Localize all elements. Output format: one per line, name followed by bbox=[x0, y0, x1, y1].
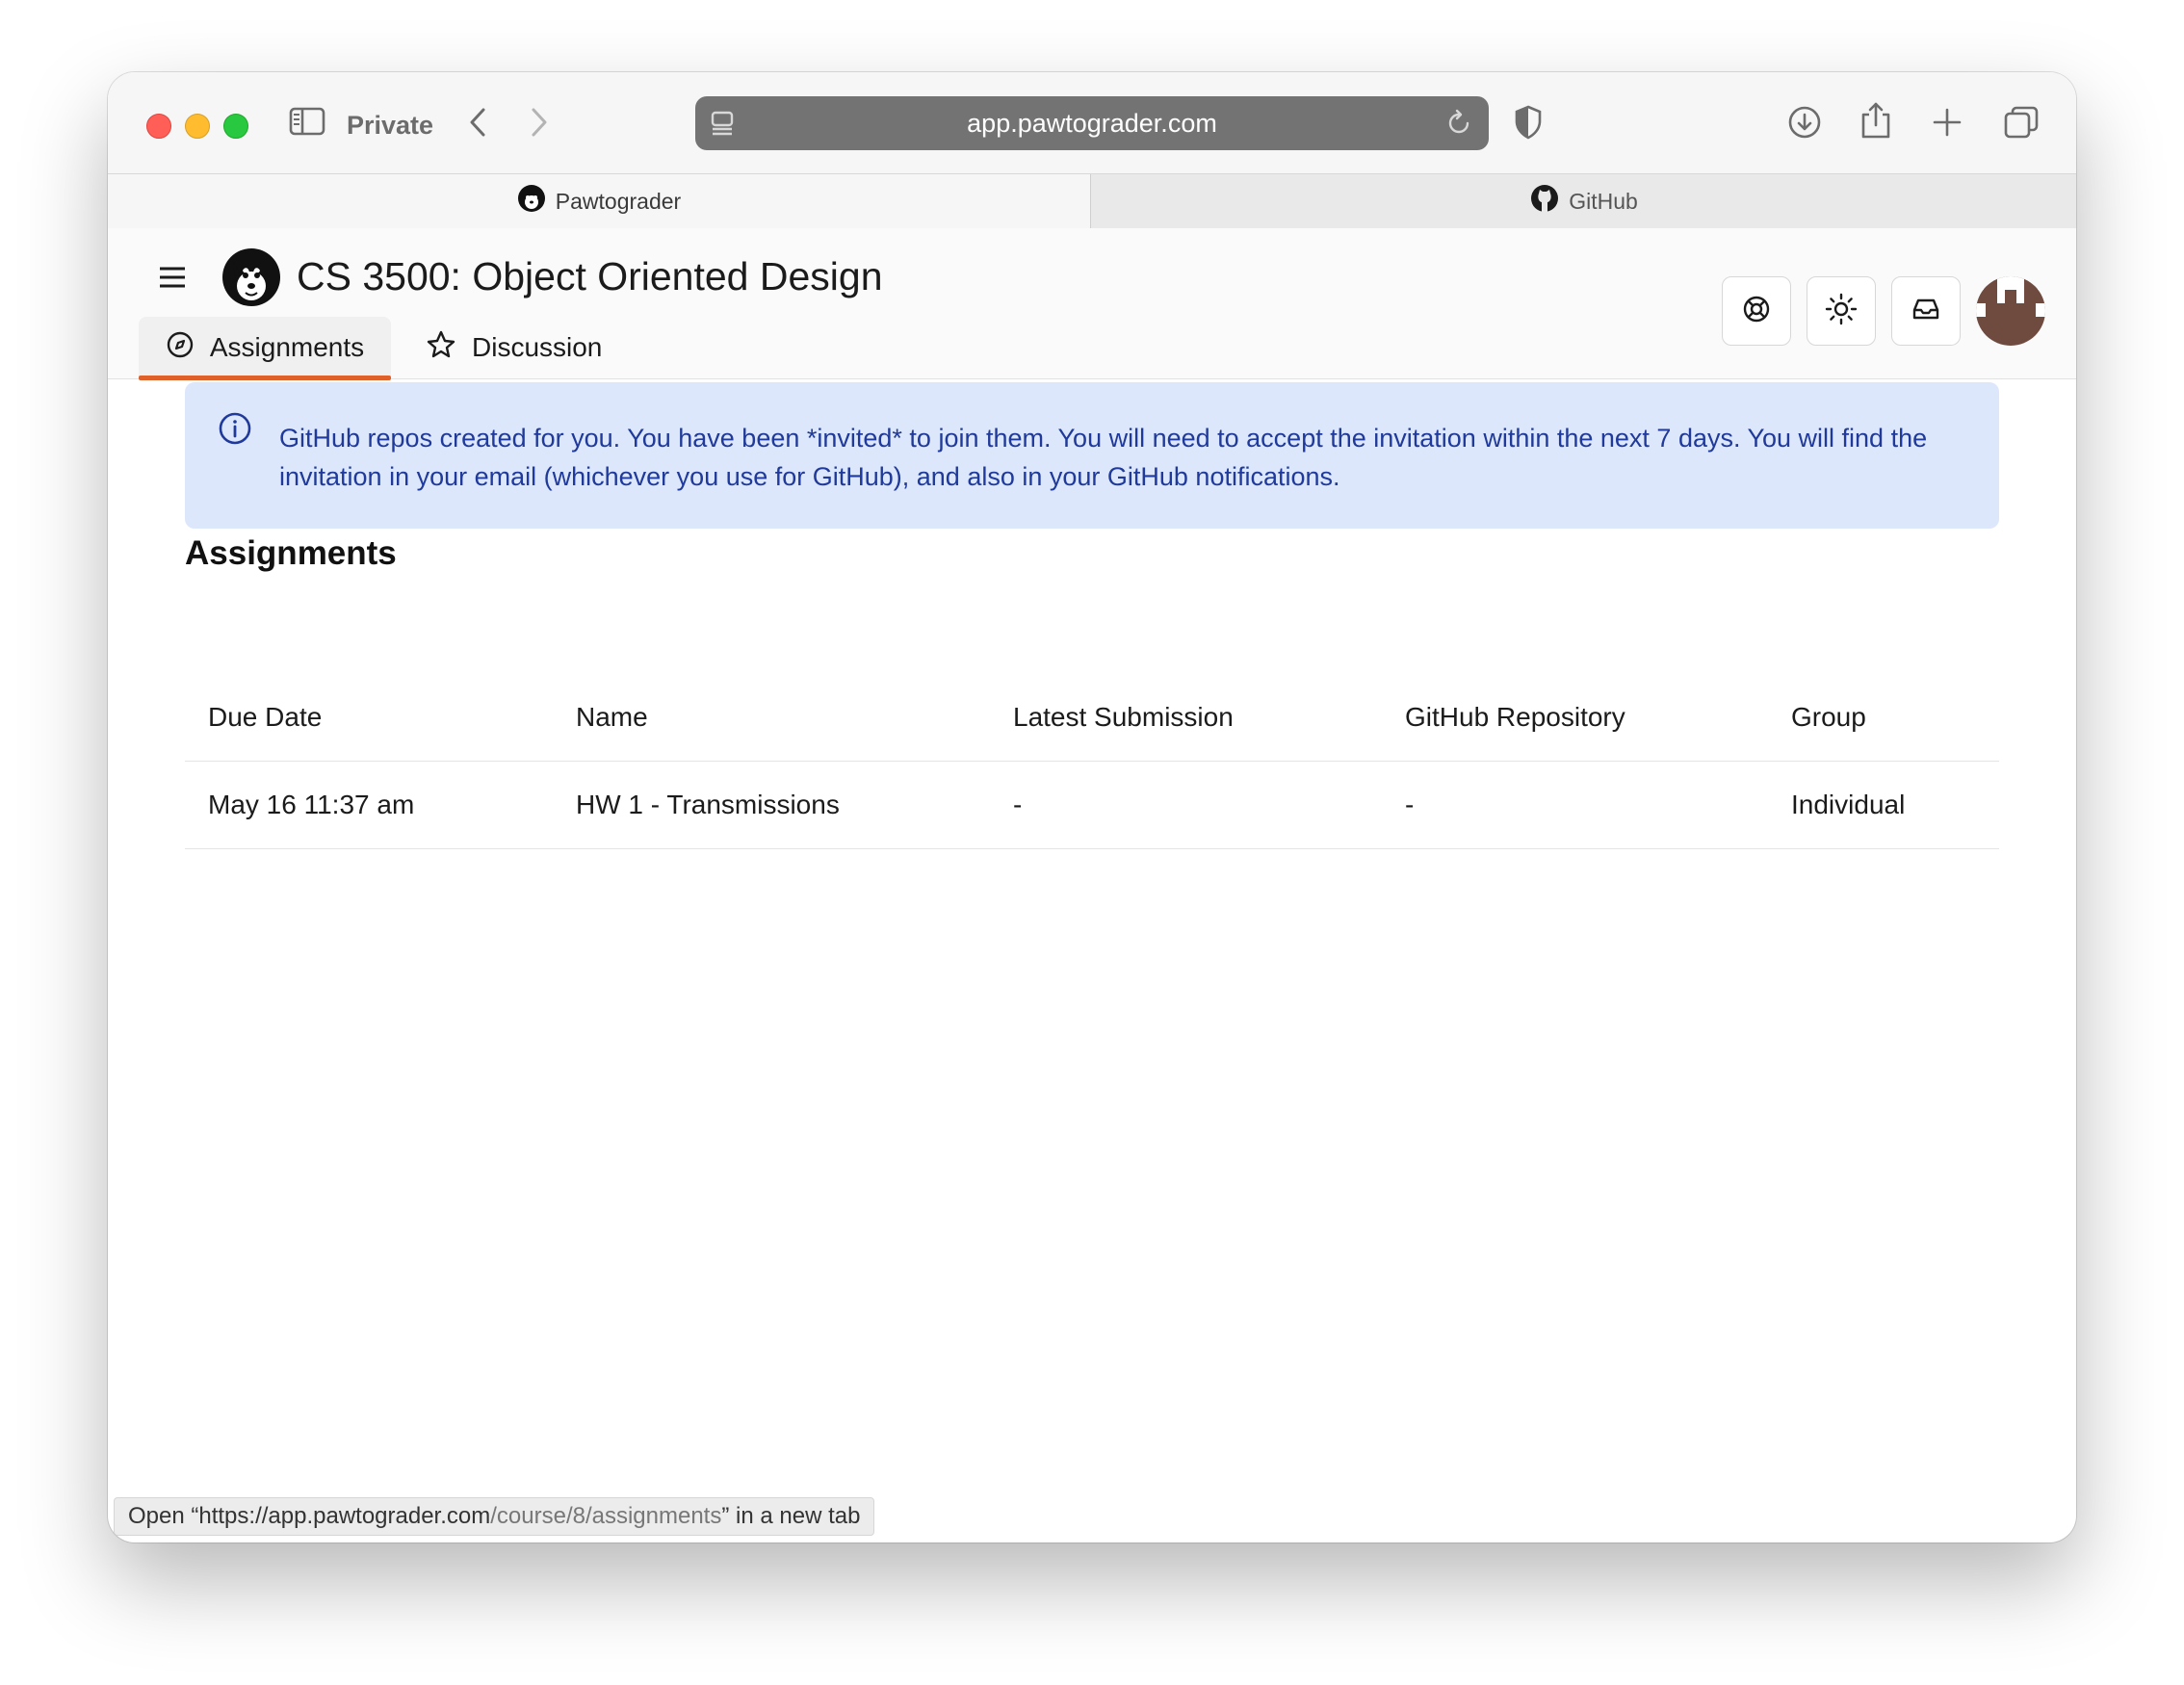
menu-icon[interactable] bbox=[158, 265, 187, 295]
status-prefix: Open “ bbox=[128, 1503, 199, 1529]
table-header-row: Due Date Name Latest Submission GitHub R… bbox=[185, 674, 1999, 762]
star-icon bbox=[426, 329, 456, 367]
nav-tab-discussion[interactable]: Discussion bbox=[426, 317, 602, 378]
status-url-path: /course/8/assignments bbox=[490, 1503, 722, 1529]
column-header-latest-submission[interactable]: Latest Submission bbox=[1013, 674, 1234, 761]
group-cell: Individual bbox=[1791, 790, 1906, 819]
assignment-name-link[interactable]: HW 1 - Transmissions bbox=[576, 762, 840, 848]
alert-message: GitHub repos created for you. You have b… bbox=[279, 424, 1928, 491]
reload-icon[interactable] bbox=[1444, 109, 1473, 138]
zoom-window-button[interactable] bbox=[223, 114, 248, 139]
browser-toolbar: Private app.pawtograder.com bbox=[108, 72, 2076, 173]
forward-icon[interactable] bbox=[528, 107, 551, 138]
browser-window: Private app.pawtograder.com Pawtograder … bbox=[108, 72, 2076, 1542]
inbox-icon bbox=[1911, 295, 1940, 328]
help-icon bbox=[1742, 295, 1771, 328]
tab-github[interactable]: GitHub bbox=[1090, 174, 2076, 228]
privacy-shield-icon[interactable] bbox=[1514, 105, 1543, 140]
browser-tab-bar: Pawtograder GitHub bbox=[108, 173, 2076, 229]
info-alert: GitHub repos created for you. You have b… bbox=[185, 382, 1999, 529]
share-icon[interactable] bbox=[1860, 101, 1891, 140]
github-repository-cell: - bbox=[1405, 790, 1415, 819]
sun-icon bbox=[1825, 293, 1858, 330]
table-row[interactable]: May 16 11:37 am HW 1 - Transmissions - -… bbox=[185, 762, 1999, 849]
course-title: CS 3500: Object Oriented Design bbox=[297, 254, 883, 298]
column-header-due-date[interactable]: Due Date bbox=[208, 674, 322, 761]
tab-overview-icon[interactable] bbox=[2003, 105, 2040, 140]
column-header-group[interactable]: Group bbox=[1791, 674, 1866, 761]
compass-icon bbox=[166, 330, 195, 366]
back-icon[interactable] bbox=[466, 107, 489, 138]
nav-tab-label: Discussion bbox=[472, 332, 603, 362]
tab-label: Pawtograder bbox=[555, 188, 682, 214]
sidebar-toggle-icon[interactable] bbox=[289, 107, 325, 136]
tab-pawtograder[interactable]: Pawtograder bbox=[108, 174, 1090, 228]
download-icon[interactable] bbox=[1787, 105, 1822, 140]
due-date-cell: May 16 11:37 am bbox=[208, 790, 415, 819]
nav-tab-label: Assignments bbox=[209, 332, 365, 362]
theme-toggle-button[interactable] bbox=[1807, 276, 1876, 346]
section-title: Assignments bbox=[185, 534, 397, 572]
status-suffix: ” in a new tab bbox=[721, 1503, 861, 1529]
minimize-window-button[interactable] bbox=[185, 114, 210, 139]
link-status-bar: Open “https://app.pawtograder.com/course… bbox=[114, 1497, 875, 1536]
latest-submission-cell: - bbox=[1013, 790, 1023, 819]
app-header: CS 3500: Object Oriented Design Assignme… bbox=[108, 228, 2076, 380]
tab-label: GitHub bbox=[1569, 188, 1638, 214]
nav-tab-assignments[interactable]: Assignments bbox=[139, 317, 391, 380]
close-window-button[interactable] bbox=[146, 114, 171, 139]
column-header-name[interactable]: Name bbox=[576, 674, 648, 761]
address-url: app.pawtograder.com bbox=[967, 109, 1217, 138]
husky-logo-icon bbox=[517, 184, 546, 219]
inbox-button[interactable] bbox=[1891, 276, 1961, 346]
status-url-host: https://app.pawtograder.com bbox=[198, 1503, 491, 1529]
private-label: Private bbox=[347, 111, 434, 140]
github-icon bbox=[1530, 184, 1559, 219]
avatar[interactable] bbox=[1976, 276, 2045, 346]
assignments-table: Due Date Name Latest Submission GitHub R… bbox=[185, 674, 1999, 849]
husky-logo-icon[interactable] bbox=[221, 247, 281, 307]
info-icon bbox=[218, 411, 252, 451]
address-bar[interactable]: app.pawtograder.com bbox=[695, 96, 1489, 150]
help-button[interactable] bbox=[1722, 276, 1791, 346]
column-header-github-repository[interactable]: GitHub Repository bbox=[1405, 674, 1625, 761]
new-tab-icon[interactable] bbox=[1932, 107, 1963, 138]
